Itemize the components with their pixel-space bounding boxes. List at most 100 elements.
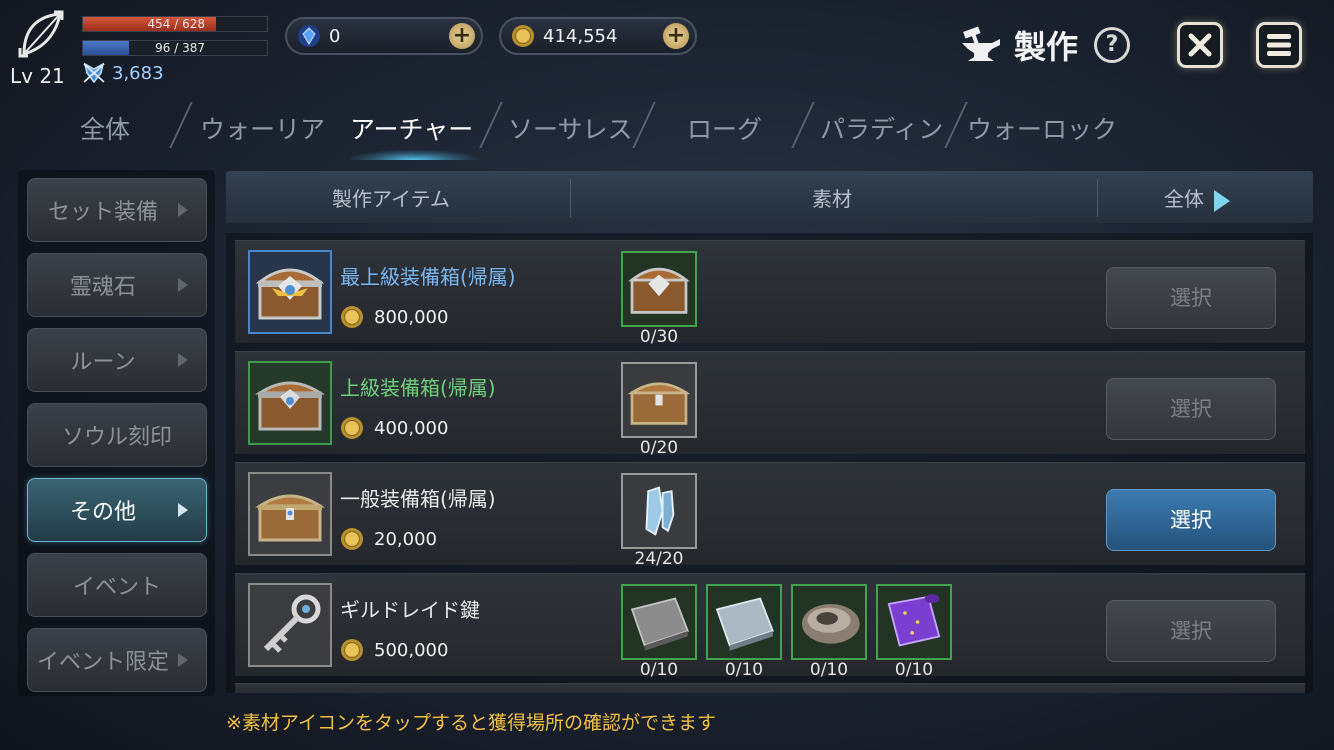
hp-bar: 454 / 628 bbox=[82, 16, 268, 32]
chevron-right-icon bbox=[178, 653, 188, 667]
tab-warlock[interactable]: ウォーロック bbox=[967, 110, 1117, 146]
item-price: 20,000 bbox=[340, 527, 437, 551]
normal-chest-icon bbox=[255, 494, 325, 542]
select-button[interactable]: 選択 bbox=[1106, 267, 1276, 329]
column-separator bbox=[570, 179, 571, 217]
normal-chest-icon bbox=[627, 382, 691, 425]
material-count: 0/10 bbox=[809, 660, 849, 680]
chevron-right-icon bbox=[178, 278, 188, 292]
item-icon-advanced-chest[interactable] bbox=[248, 361, 332, 445]
category-label: その他 bbox=[69, 500, 136, 525]
material-count: 0/30 bbox=[639, 327, 679, 347]
tab-all[interactable]: 全体 bbox=[80, 110, 130, 146]
category-set-equipment[interactable]: セット装備 bbox=[27, 178, 207, 242]
filter-label: 全体 bbox=[1164, 187, 1204, 211]
filter-all-button[interactable]: 全体 bbox=[1164, 183, 1230, 212]
material-slot[interactable] bbox=[876, 584, 952, 660]
craft-title-text: 製作 bbox=[1014, 28, 1079, 66]
tab-archer[interactable]: アーチャー bbox=[350, 110, 473, 146]
material-count: 0/10 bbox=[894, 660, 934, 680]
gold-coin-icon bbox=[341, 528, 363, 550]
page-title: 製作 ? bbox=[958, 22, 1131, 68]
hamburger-menu-icon bbox=[1267, 34, 1291, 56]
item-icon-guild-raid-key[interactable] bbox=[248, 583, 332, 667]
chevron-right-icon bbox=[178, 203, 188, 217]
item-price: 800,000 bbox=[340, 305, 448, 329]
help-button[interactable]: ? bbox=[1094, 27, 1131, 63]
material-hint-note: ※素材アイコンをタップすると獲得場所の確認ができます bbox=[226, 712, 716, 734]
add-gold-button[interactable]: + bbox=[663, 23, 689, 49]
select-button[interactable]: 選択 bbox=[1106, 378, 1276, 440]
play-arrow-icon bbox=[1214, 189, 1230, 212]
archer-class-icon bbox=[18, 10, 64, 58]
material-slot[interactable] bbox=[621, 251, 697, 327]
mp-text: 96 / 387 bbox=[155, 41, 205, 55]
tab-warrior[interactable]: ウォーリア bbox=[200, 110, 325, 146]
gold-amount: 414,554 bbox=[543, 25, 618, 47]
table-row: 上級装備箱(帰属) 400,000 0/20 選択 bbox=[235, 351, 1305, 458]
blue-gem-icon bbox=[298, 25, 320, 47]
category-soul-engraving[interactable]: ソウル刻印 bbox=[27, 403, 207, 467]
select-button[interactable]: 選択 bbox=[1106, 489, 1276, 551]
gauntlet-fragment-icon bbox=[645, 486, 675, 536]
material-count: 24/20 bbox=[634, 549, 684, 569]
category-label: 霊魂石 bbox=[69, 275, 136, 300]
category-event[interactable]: イベント bbox=[27, 553, 207, 617]
price-value: 800,000 bbox=[374, 306, 449, 328]
combat-power: 3,683 bbox=[82, 62, 164, 84]
gold-currency: 414,554 + bbox=[499, 17, 697, 55]
column-separator bbox=[1097, 179, 1098, 217]
gold-coin-icon bbox=[341, 417, 363, 439]
category-other[interactable]: その他 bbox=[27, 478, 207, 542]
purple-scroll-icon bbox=[887, 594, 941, 647]
price-value: 20,000 bbox=[374, 528, 437, 550]
material-count: 0/10 bbox=[724, 660, 764, 680]
premium-chest-icon bbox=[628, 267, 690, 314]
select-button[interactable]: 選択 bbox=[1106, 600, 1276, 662]
price-value: 400,000 bbox=[374, 417, 449, 439]
tab-rogue[interactable]: ローグ bbox=[687, 110, 762, 146]
table-row: 最上級装備箱(帰属) 800,000 0/30 選択 bbox=[235, 240, 1305, 347]
mp-bar-fill bbox=[83, 41, 129, 55]
column-craft-item: 製作アイテム bbox=[332, 187, 450, 211]
material-slot[interactable] bbox=[791, 584, 867, 660]
active-tab-indicator bbox=[350, 150, 478, 160]
gold-coin-icon bbox=[512, 25, 534, 47]
category-label: ソウル刻印 bbox=[61, 425, 172, 450]
material-slot[interactable] bbox=[621, 473, 697, 549]
material-slot[interactable] bbox=[706, 584, 782, 660]
add-gems-button[interactable]: + bbox=[449, 23, 475, 49]
tab-separator bbox=[169, 102, 193, 148]
item-name: ギルドレイド鍵 bbox=[340, 598, 480, 622]
category-rune[interactable]: ルーン bbox=[27, 328, 207, 392]
category-label: セット装備 bbox=[47, 200, 158, 225]
mp-bar: 96 / 387 bbox=[82, 40, 268, 56]
combat-power-icon bbox=[83, 62, 105, 84]
material-count: 0/10 bbox=[639, 660, 679, 680]
gem-currency: 0 + bbox=[285, 17, 483, 55]
chevron-right-icon bbox=[178, 503, 188, 517]
material-slot[interactable] bbox=[621, 584, 697, 660]
class-tabs: 全体 ウォーリア アーチャー ソーサレス ローグ パラディン ウォーロック bbox=[60, 102, 1160, 158]
combat-power-value: 3,683 bbox=[112, 62, 164, 84]
list-header: 製作アイテム 素材 全体 bbox=[226, 171, 1313, 223]
craft-item-list[interactable]: 最上級装備箱(帰属) 800,000 0/30 選択 上級装備箱(帰属) 400… bbox=[226, 233, 1313, 693]
material-slot[interactable] bbox=[621, 362, 697, 438]
item-icon-normal-chest[interactable] bbox=[248, 472, 332, 556]
menu-button[interactable] bbox=[1256, 22, 1302, 68]
category-label: イベント bbox=[72, 575, 161, 600]
gold-coin-icon bbox=[341, 639, 363, 661]
table-row: ギルドレイド鍵 500,000 0/10 0/10 0/10 0/10 選択 bbox=[235, 573, 1305, 680]
category-soul-stone[interactable]: 霊魂石 bbox=[27, 253, 207, 317]
tab-separator bbox=[944, 102, 968, 148]
price-value: 500,000 bbox=[374, 639, 449, 661]
gold-coin-icon bbox=[341, 306, 363, 328]
item-name: 最上級装備箱(帰属) bbox=[340, 265, 516, 289]
top-hud: Lv 21 454 / 628 96 / 387 3,683 0 + 414,5… bbox=[0, 0, 1334, 95]
tab-paladin[interactable]: パラディン bbox=[820, 110, 943, 146]
item-icon-premium-chest[interactable] bbox=[248, 250, 332, 334]
category-label: ルーン bbox=[70, 350, 136, 375]
category-event-limited[interactable]: イベント限定 bbox=[27, 628, 207, 692]
tab-sorceress[interactable]: ソーサレス bbox=[508, 110, 633, 146]
close-button[interactable] bbox=[1177, 22, 1223, 68]
